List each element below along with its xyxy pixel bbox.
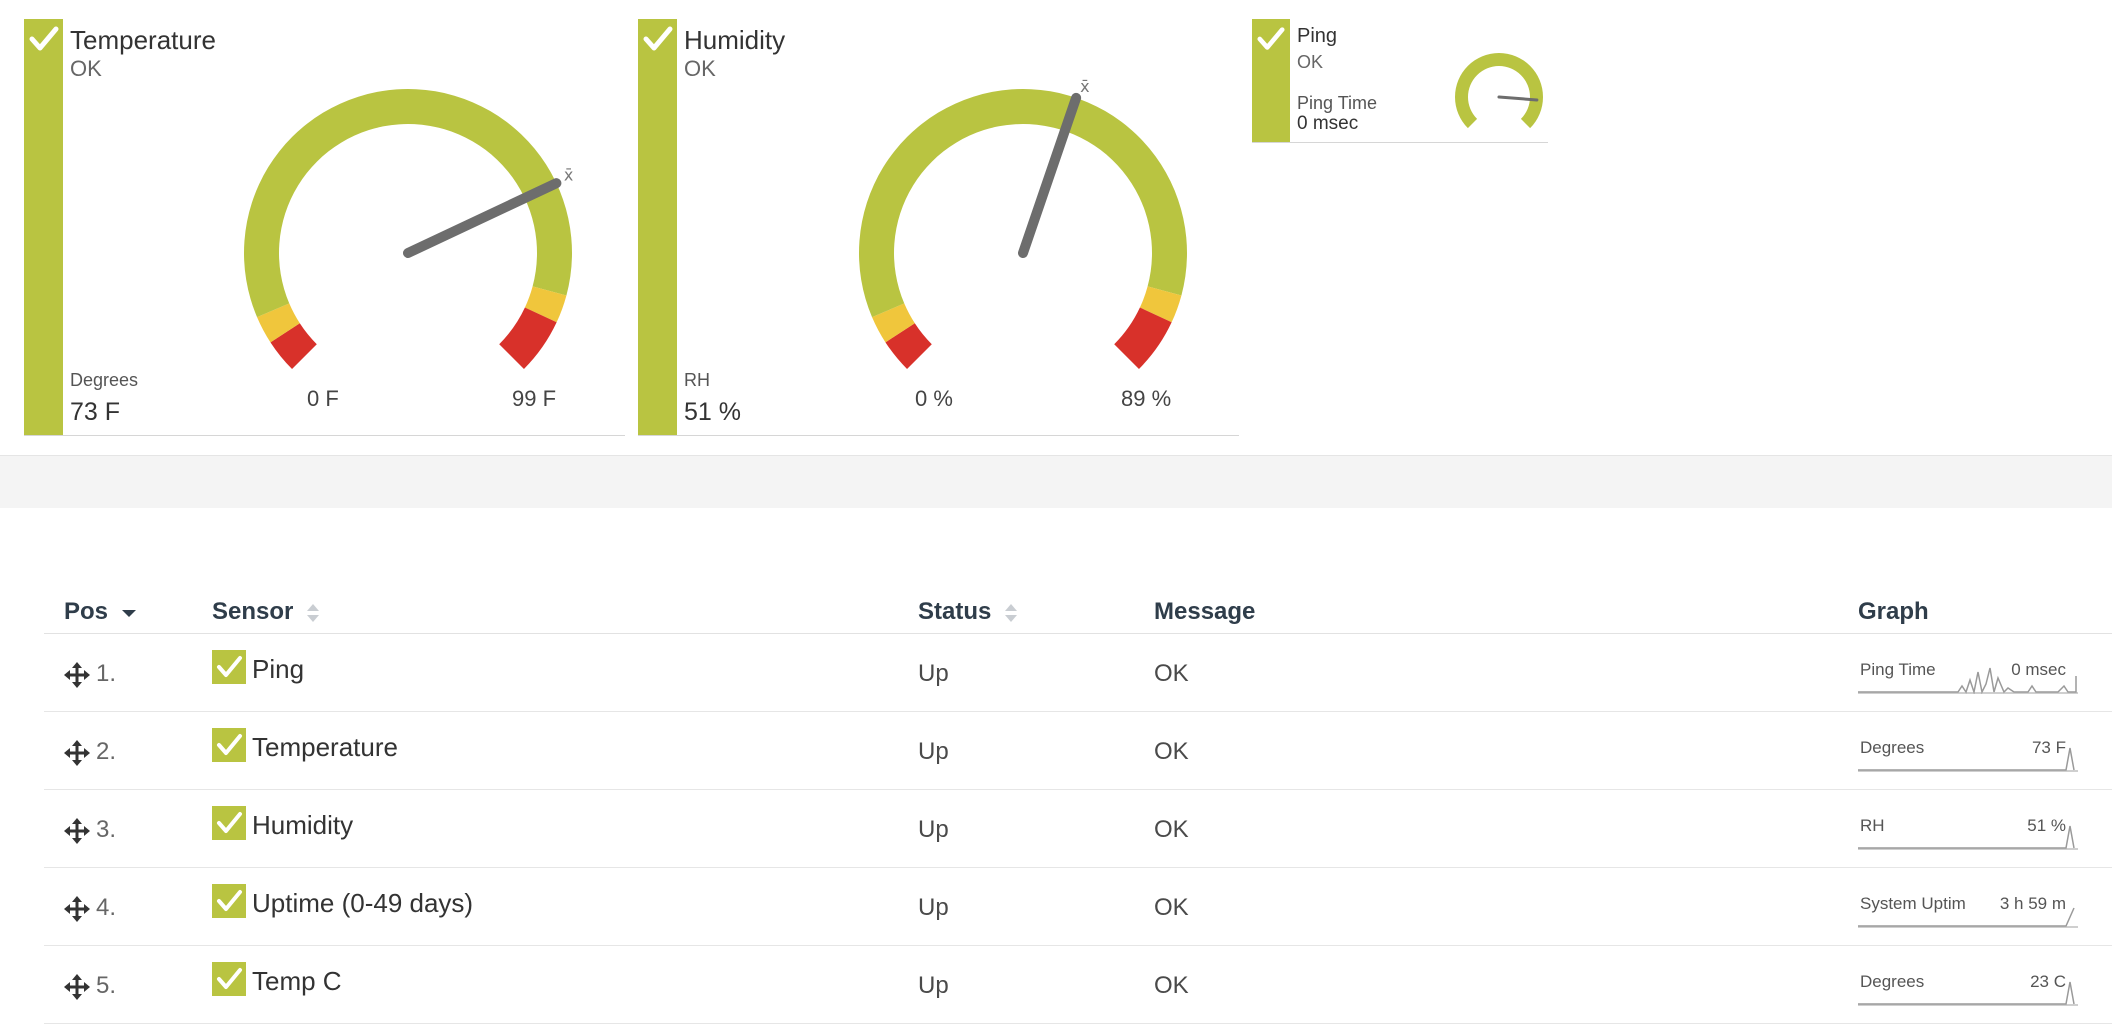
pos-cell: 4. (64, 894, 116, 922)
channel-label: Degrees (70, 370, 139, 390)
table-row[interactable]: 4. Uptime (0-49 days) Up OK System Uptim… (44, 868, 2112, 946)
graph-channel-value: 51 % (2027, 816, 2066, 835)
graph-channel-value: 0 msec (2011, 660, 2066, 679)
sensor-name-link[interactable]: Temp C (252, 966, 342, 996)
sensor-cell[interactable]: Ping (212, 650, 304, 688)
graph-channel-value: 3 h 59 m (1999, 894, 2066, 913)
gauge-max-label: 99 F (512, 386, 557, 411)
gauge-dial: x̄ (859, 77, 1187, 369)
message-cell: OK (1154, 894, 1189, 921)
pos-number: 3. (96, 816, 117, 843)
sensor-name-link[interactable]: Humidity (252, 810, 353, 840)
pos-cell: 5. (64, 972, 116, 1000)
graph-channel-label: Degrees (1860, 738, 1925, 757)
drag-handle-icon[interactable] (64, 895, 90, 922)
column-header-graph: Graph (1858, 598, 1929, 625)
gauge-band-ok (859, 88, 1187, 318)
graph-channel-label: System Uptim (1860, 894, 1966, 913)
sensor-table-panel: Pos Sensor Status Message Graph 1. Ping … (0, 508, 2112, 1025)
gauge-band-ok (1455, 53, 1543, 129)
channel-label: RH (684, 370, 710, 390)
drag-handle-icon[interactable] (64, 661, 90, 688)
pos-number: 2. (96, 738, 117, 765)
status-cell: Up (918, 660, 949, 687)
mini-graph[interactable]: RH 51 % (1858, 812, 2078, 850)
status-cell: Up (918, 738, 949, 765)
sort-icon (307, 603, 320, 622)
check-icon (217, 968, 242, 990)
pos-cell: 2. (64, 738, 116, 766)
column-header-message: Message (1154, 598, 1256, 625)
table-row[interactable]: 2. Temperature Up OK Degrees 73 F (44, 712, 2112, 790)
mini-graph[interactable]: System Uptim 3 h 59 m (1858, 890, 2078, 928)
graph-channel-value: 73 F (2031, 738, 2066, 757)
message-cell: OK (1154, 972, 1189, 999)
check-icon (217, 656, 242, 678)
table-header-row: Pos Sensor Status Message Graph (44, 588, 2112, 634)
sensor-table: Pos Sensor Status Message Graph 1. Ping … (44, 588, 2112, 1024)
drag-handle-icon[interactable] (64, 817, 90, 844)
mini-graph[interactable]: Degrees 23 C (1858, 968, 2078, 1006)
table-row[interactable]: 3. Humidity Up OK RH 51 % (44, 790, 2112, 868)
sort-icon (1005, 603, 1018, 622)
gauge-card-humidity[interactable]: Humidity OK x̄ 0 % 89 % RH 51 % (638, 19, 1239, 436)
table-row[interactable]: 5. Temp C Up OK Degrees 23 C (44, 946, 2112, 1024)
column-header-pos-label: Pos (64, 598, 109, 625)
pos-cell: 3. (64, 816, 116, 844)
sensor-cell[interactable]: Temperature (212, 728, 398, 766)
column-header-status[interactable]: Status (918, 598, 1018, 626)
sensor-name-link[interactable]: Uptime (0-49 days) (252, 888, 473, 918)
graph-channel-value: 23 C (2030, 972, 2066, 991)
column-header-status-label: Status (918, 598, 992, 625)
mini-graph[interactable]: Degrees 73 F (1858, 734, 2078, 772)
table-row[interactable]: 1. Ping Up OK Ping Time 0 msec (44, 634, 2112, 712)
sensor-name-link[interactable]: Ping (252, 654, 304, 684)
status-cell: Up (918, 894, 949, 921)
status-ok-icon (212, 884, 246, 919)
average-marker: x̄ (1080, 77, 1089, 96)
mini-graph[interactable]: Ping Time 0 msec (1858, 656, 2078, 694)
average-marker: x̄ (564, 166, 573, 185)
column-header-sensor-label: Sensor (212, 598, 294, 625)
channel-value: 73 F (70, 398, 121, 426)
graph-channel-label: Degrees (1860, 972, 1925, 991)
graph-channel-label: Ping Time (1860, 660, 1936, 679)
column-header-pos[interactable]: Pos (64, 598, 137, 626)
drag-handle-icon[interactable] (64, 973, 90, 1000)
status-cell: Up (918, 816, 949, 843)
channel-label: Ping Time (1297, 93, 1378, 113)
check-icon (217, 734, 242, 756)
message-cell: OK (1154, 816, 1189, 843)
message-cell: OK (1154, 660, 1189, 687)
gauge-card-temperature[interactable]: Temperature OK x̄ 0 F 99 F Degrees 73 F (24, 19, 625, 436)
gauge-card-ping[interactable]: Ping OK Ping Time 0 msec (1252, 19, 1548, 143)
sort-descending-icon (121, 609, 136, 617)
status-cell: Up (918, 972, 949, 999)
pos-number: 1. (96, 660, 117, 687)
status-ok-icon (212, 728, 246, 763)
gauge-panel: Temperature OK x̄ 0 F 99 F Degrees 73 F … (0, 0, 2112, 456)
sensor-cell[interactable]: Humidity (212, 806, 353, 844)
sensor-cell[interactable]: Temp C (212, 962, 342, 1000)
drag-handle-icon[interactable] (64, 739, 90, 766)
status-ok-icon (212, 962, 246, 997)
pos-cell: 1. (64, 660, 116, 688)
status-ok-icon (212, 650, 246, 685)
graph-channel-label: RH (1860, 816, 1885, 835)
check-icon (217, 890, 242, 912)
column-header-sensor[interactable]: Sensor (212, 598, 320, 626)
sensor-name-link[interactable]: Temperature (252, 732, 398, 762)
sensor-cell[interactable]: Uptime (0-49 days) (212, 884, 473, 922)
message-cell: OK (1154, 738, 1189, 765)
gauge-max-label: 89 % (1121, 386, 1172, 411)
pos-number: 4. (96, 894, 117, 921)
status-ok-icon (212, 806, 246, 841)
channel-value: 51 % (684, 398, 741, 426)
check-icon (217, 812, 242, 834)
gauge-min-label: 0 F (307, 386, 339, 411)
pos-number: 5. (96, 972, 117, 999)
channel-value: 0 msec (1297, 113, 1359, 134)
gauge-min-label: 0 % (915, 386, 953, 411)
